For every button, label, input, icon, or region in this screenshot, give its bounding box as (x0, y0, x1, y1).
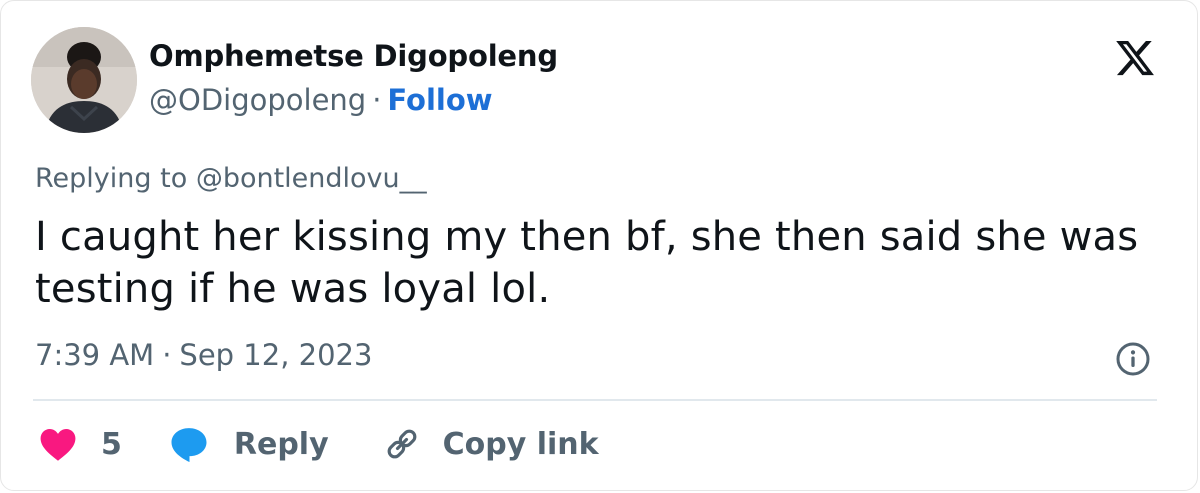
x-logo-icon[interactable] (1113, 37, 1157, 79)
tweet-text: I caught her kissing my then bf, she the… (35, 214, 1139, 312)
action-bar: 5 Reply Copy link (39, 419, 599, 469)
heart-icon (40, 428, 76, 461)
like-count: 5 (101, 426, 122, 462)
tweet-card: Omphemetse Digopoleng @ODigopoleng · Follo… (0, 0, 1198, 491)
display-name[interactable]: Omphemetse Digopoleng (149, 39, 558, 73)
like-button[interactable]: 5 (39, 426, 168, 462)
follow-link[interactable]: Follow (387, 83, 492, 117)
handle-separator: · (372, 83, 382, 117)
user-handle[interactable]: @ODigopoleng (149, 83, 366, 117)
avatar[interactable] (31, 27, 137, 133)
speech-bubble-icon (171, 428, 207, 462)
handle-row: @ODigopoleng · Follow (149, 83, 493, 117)
avatar-image (31, 27, 137, 133)
reply-label: Reply (233, 426, 329, 462)
info-icon[interactable] (1115, 341, 1151, 377)
divider (33, 399, 1157, 401)
tweet-time: 7:39 AM (35, 338, 155, 372)
timestamp[interactable]: 7:39 AM · Sep 12, 2023 (35, 338, 372, 372)
copy-link-label: Copy link (442, 426, 599, 462)
replying-prefix: Replying to (35, 163, 188, 194)
copy-link-button[interactable]: Copy link (383, 425, 599, 463)
reply-button[interactable]: Reply (168, 424, 383, 464)
replying-to-handle[interactable]: @bontlendlovu__ (196, 163, 427, 194)
replying-to: Replying to @bontlendlovu__ (35, 163, 427, 194)
link-icon (387, 429, 417, 459)
tweet-date: Sep 12, 2023 (179, 338, 373, 372)
timestamp-separator: · (162, 338, 172, 372)
